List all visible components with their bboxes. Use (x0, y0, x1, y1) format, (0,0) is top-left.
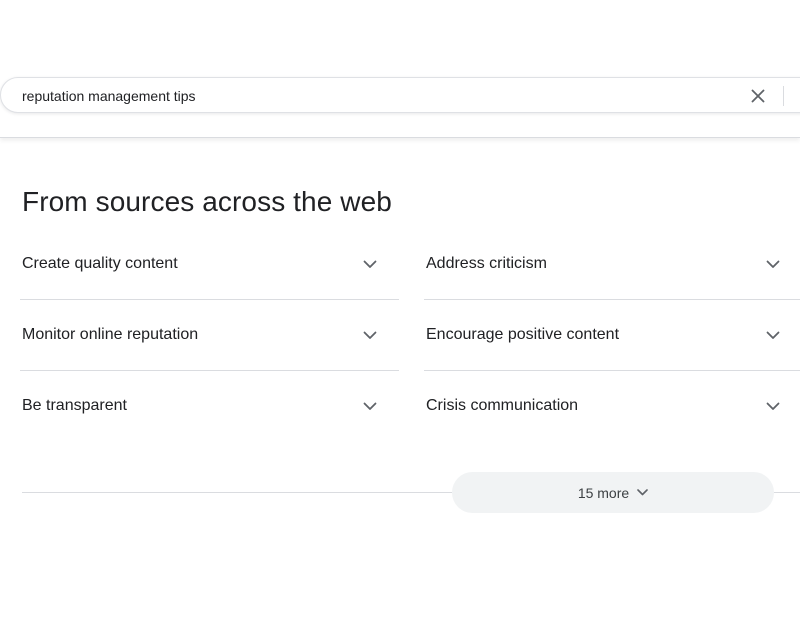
chevron-down-icon (765, 327, 781, 343)
search-box[interactable] (0, 77, 800, 113)
accordion-item-monitor-online-reputation[interactable]: Monitor online reputation (20, 300, 399, 371)
search-header (0, 0, 800, 138)
accordion-item-label: Crisis communication (426, 397, 579, 414)
accordion-item-label: Monitor online reputation (22, 326, 199, 343)
chevron-down-icon (765, 256, 781, 272)
accordion-item-address-criticism[interactable]: Address criticism (424, 229, 800, 300)
search-results-page: From sources across the web Create quali… (0, 0, 800, 640)
search-box-divider (783, 86, 784, 106)
accordion-item-encourage-positive-content[interactable]: Encourage positive content (424, 300, 800, 371)
close-icon (751, 89, 765, 103)
chevron-down-icon (362, 327, 378, 343)
more-divider-left (22, 492, 452, 493)
chevron-down-icon (637, 489, 648, 496)
section-title: From sources across the web (22, 186, 392, 217)
search-input[interactable] (22, 85, 722, 107)
chevron-down-icon (362, 256, 378, 272)
accordion-item-label: Be transparent (22, 397, 127, 414)
accordion-item-crisis-communication[interactable]: Crisis communication (424, 371, 800, 442)
show-more-button[interactable]: 15 more (452, 472, 774, 513)
accordion-item-label: Create quality content (22, 255, 178, 272)
show-more-label: 15 more (577, 484, 630, 501)
chevron-down-icon (765, 398, 781, 414)
more-divider-right (774, 492, 800, 493)
accordion-item-label: Address criticism (426, 255, 547, 272)
accordion-item-label: Encourage positive content (426, 326, 620, 343)
accordion-item-create-quality-content[interactable]: Create quality content (20, 229, 399, 300)
chevron-down-icon (362, 398, 378, 414)
accordion-item-be-transparent[interactable]: Be transparent (20, 371, 399, 442)
clear-search-button[interactable] (747, 85, 769, 107)
